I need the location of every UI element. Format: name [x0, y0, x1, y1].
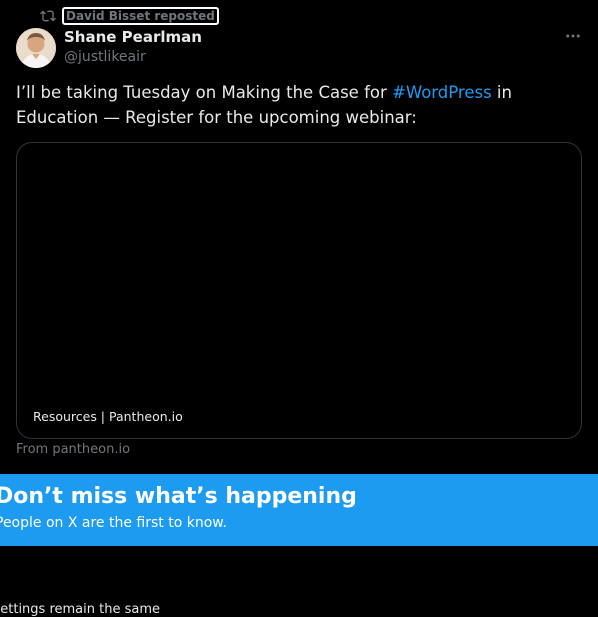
repost-label[interactable]: David Bisset reposted: [62, 7, 219, 25]
card-source: From pantheon.io: [16, 442, 131, 457]
avatar[interactable]: [16, 28, 56, 68]
repost-icon: [40, 8, 56, 24]
more-icon: [564, 27, 582, 49]
signup-banner: Don’t miss what’s happening People on X …: [0, 474, 598, 546]
link-card[interactable]: Resources | Pantheon.io: [16, 142, 582, 439]
card-caption: Resources | Pantheon.io: [33, 409, 183, 424]
post-text: I’ll be taking Tuesday on Making the Cas…: [16, 80, 582, 130]
post-text-before: I’ll be taking Tuesday on Making the Cas…: [16, 83, 393, 102]
more-options-button[interactable]: [558, 28, 588, 48]
footer-text: Settings remain the same: [0, 602, 160, 617]
banner-subtitle: People on X are the first to know.: [0, 515, 227, 531]
banner-title: Don’t miss what’s happening: [0, 484, 357, 509]
author-handle[interactable]: @justlikeair: [64, 49, 146, 65]
hashtag-link[interactable]: #WordPress: [392, 83, 492, 102]
author-name[interactable]: Shane Pearlman: [64, 28, 202, 46]
repost-indicator: David Bisset reposted: [40, 6, 219, 26]
